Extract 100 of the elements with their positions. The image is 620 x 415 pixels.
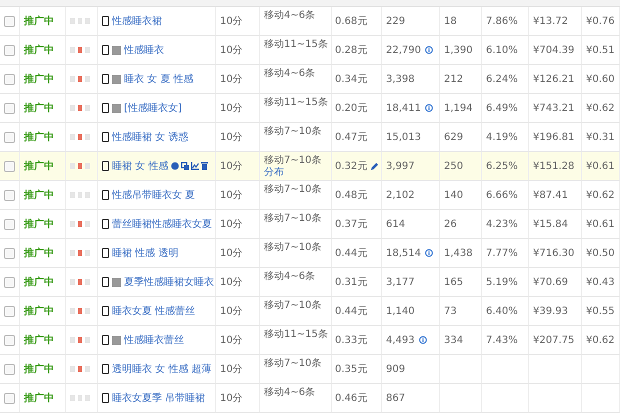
cpc-text: ¥0.62 (586, 102, 615, 114)
cpc-text: ¥0.55 (586, 306, 615, 316)
clicks-text: 334 (444, 334, 464, 346)
keyword-link[interactable]: 夏季性感睡裙女睡衣 (124, 275, 214, 289)
ctr-text: 6.10% (486, 44, 518, 56)
status-text: 推广中 (24, 14, 54, 28)
cpc-text: ¥0.51 (586, 44, 615, 56)
cpc-text: ¥0.62 (586, 190, 615, 200)
ctr-text: 7.86% (486, 16, 518, 26)
ctr-text: 5.19% (486, 276, 518, 288)
impressions-text: 4,493 (386, 334, 415, 346)
clicks-text: 18 (444, 16, 457, 26)
status-text: 推广中 (24, 43, 54, 57)
score-text: 10分 (220, 131, 243, 144)
keyword-link[interactable]: [性感睡衣女] (124, 101, 182, 115)
status-text: 推广中 (24, 333, 54, 347)
distribution-link[interactable]: 分布 (264, 167, 284, 178)
keyword-link[interactable]: 蕾丝睡裙性感睡衣女夏 (112, 217, 212, 231)
impressions-text: 614 (386, 218, 406, 230)
ctr-text: 6.25% (486, 160, 518, 172)
impressions-text: 3,997 (386, 160, 415, 172)
impressions-text: 909 (386, 364, 406, 374)
keyword-link[interactable]: 睡衣 女 夏 性感 (124, 72, 194, 86)
ctr-text: 4.19% (486, 132, 518, 142)
score-text: 10分 (220, 392, 243, 405)
status-text: 推广中 (24, 72, 54, 86)
bid-text: 0.44元 (335, 247, 368, 260)
ctr-text: 6.49% (486, 102, 518, 114)
cost-text: ¥704.39 (533, 44, 574, 56)
keyword-link[interactable]: 透明睡衣 女 性感 超薄 (112, 362, 212, 376)
ranking-text: 移动4~6条 (264, 387, 316, 398)
impressions-text: 2,102 (386, 190, 415, 200)
score-text: 10分 (220, 160, 243, 173)
keyword-link[interactable]: 睡裙 女 性感 (112, 159, 168, 173)
cpc-text: ¥0.76 (586, 16, 615, 26)
clicks-text: 212 (444, 74, 464, 84)
ranking-text: 移动4~6条 (264, 271, 316, 282)
cost-text: ¥151.28 (533, 160, 574, 172)
ranking-text: 移动7~10条 (264, 213, 322, 224)
clicks-text: 26 (444, 218, 457, 230)
impressions-text: 229 (386, 16, 406, 26)
keyword-link[interactable]: 性感吊带睡衣女 夏 (112, 188, 196, 202)
ctr-text: 7.77% (486, 248, 518, 258)
cpc-text: ¥0.50 (586, 248, 615, 258)
score-text: 10分 (220, 44, 243, 57)
clicks-text: 1,438 (444, 248, 473, 258)
keyword-link[interactable]: 睡衣女夏 性感蕾丝 (112, 304, 196, 318)
cpc-text: ¥0.31 (586, 132, 615, 142)
impressions-text: 1,140 (386, 306, 415, 316)
cost-text: ¥13.72 (533, 16, 568, 26)
cpc-text: ¥0.61 (586, 218, 615, 230)
bid-text: 0.44元 (335, 305, 368, 318)
score-text: 10分 (220, 305, 243, 318)
status-text: 推广中 (24, 246, 54, 260)
ranking-text: 移动7~10条 (264, 300, 322, 311)
status-text: 推广中 (24, 130, 54, 144)
cost-text: ¥87.41 (533, 190, 568, 200)
ctr-text: 6.24% (486, 74, 518, 84)
keyword-link[interactable]: 性感睡衣裙 (112, 14, 162, 28)
ctr-text: 7.43% (486, 334, 518, 346)
score-text: 10分 (220, 189, 243, 202)
clicks-text: 1,194 (444, 102, 473, 114)
ranking-text: 移动11~15条 (264, 39, 328, 50)
cost-text: ¥716.30 (533, 248, 574, 258)
keyword-link[interactable]: 性感睡衣 (124, 43, 164, 57)
clicks-text: 250 (444, 160, 464, 172)
bid-text: 0.35元 (335, 363, 368, 376)
status-text: 推广中 (24, 188, 54, 202)
cost-text: ¥207.75 (533, 334, 574, 346)
cost-text: ¥196.81 (533, 132, 574, 142)
score-text: 10分 (220, 363, 243, 376)
keyword-link[interactable]: 性感睡衣蕾丝 (124, 333, 184, 347)
ranking-text: 移动7~10条 (264, 155, 322, 166)
impressions-text: 22,790 (386, 44, 421, 56)
keyword-link[interactable]: 睡裙 性感 透明 (112, 246, 178, 260)
score-text: 10分 (220, 334, 243, 347)
ctr-text: 6.40% (486, 306, 518, 316)
bid-text: 0.37元 (335, 218, 368, 231)
cost-text: ¥70.69 (533, 276, 568, 288)
keyword-link[interactable]: 睡衣女夏季 吊带睡裙 (112, 391, 206, 405)
cpc-text: ¥0.61 (586, 160, 615, 172)
bid-text: 0.68元 (335, 15, 368, 28)
impressions-text: 3,398 (386, 74, 415, 84)
keyword-link[interactable]: 性感睡裙 女 诱惑 (112, 130, 188, 144)
impressions-text: 18,514 (386, 248, 421, 258)
cost-text: ¥15.84 (533, 218, 568, 230)
score-text: 10分 (220, 73, 243, 86)
clicks-text: 73 (444, 306, 457, 316)
bid-text: 0.28元 (335, 44, 368, 57)
bid-text: 0.47元 (335, 131, 368, 144)
ranking-text: 移动7~10条 (264, 126, 322, 137)
bid-text: 0.31元 (335, 276, 368, 289)
cost-text: ¥743.21 (533, 102, 574, 114)
impressions-text: 15,013 (386, 132, 421, 142)
bid-text: 0.33元 (335, 334, 368, 347)
clicks-text: 1,390 (444, 44, 473, 56)
cpc-text: ¥0.60 (586, 74, 615, 84)
bid-text: 0.20元 (335, 102, 368, 115)
score-text: 10分 (220, 15, 243, 28)
status-text: 推广中 (24, 362, 54, 376)
